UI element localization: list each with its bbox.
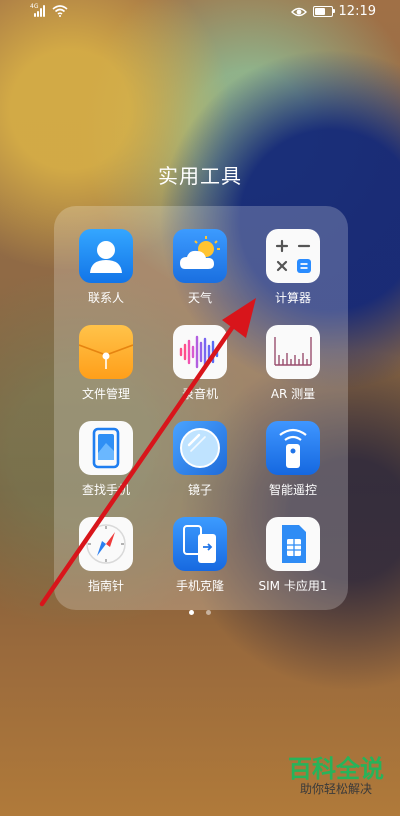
app-smart-remote[interactable]: 智能遥控 (246, 421, 340, 498)
app-compass[interactable]: 指南针 (59, 517, 153, 594)
app-label: 天气 (187, 291, 212, 305)
watermark-subtitle: 助你轻松解决 (299, 782, 372, 796)
mirror-icon (173, 421, 227, 475)
network-type-label: 4G (30, 3, 39, 10)
app-label: 文件管理 (81, 387, 130, 401)
app-label: 查找手机 (81, 483, 130, 497)
folder-title[interactable]: 实用工具 (0, 160, 400, 189)
page-dot (205, 610, 211, 615)
app-sim-toolkit[interactable]: SIM 卡应用1 (246, 517, 340, 594)
battery-icon (312, 6, 335, 17)
signal-icon: 4G (30, 3, 46, 17)
status-time: 12:19 (338, 4, 376, 19)
file-manager-icon (79, 325, 133, 379)
app-mirror[interactable]: 镜子 (153, 421, 247, 498)
app-ar-measure[interactable]: AR 测量 (246, 325, 340, 402)
page-indicator (0, 600, 400, 615)
status-bar: 4G 12:19 (0, 0, 400, 26)
app-file-manager[interactable]: 文件管理 (59, 325, 153, 402)
app-label: 联系人 (87, 291, 124, 305)
app-label: 手机克隆 (175, 579, 224, 593)
recorder-icon (173, 325, 227, 379)
watermark-title: 百科全说 (288, 755, 384, 783)
app-label: 录音机 (181, 387, 218, 401)
app-label: 指南针 (87, 579, 124, 593)
find-phone-icon (79, 421, 133, 475)
app-contacts[interactable]: 联系人 (59, 229, 153, 306)
ar-measure-icon (266, 325, 320, 379)
app-recorder[interactable]: 录音机 (153, 325, 247, 402)
app-label: 智能遥控 (268, 483, 317, 497)
watermark-logo: 百科全说 助你轻松解决 (280, 756, 392, 808)
eye-comfort-icon (290, 7, 307, 16)
app-weather[interactable]: 天气 (153, 229, 247, 306)
calculator-icon (266, 229, 320, 283)
app-label: SIM 卡应用1 (258, 579, 328, 593)
compass-icon (79, 517, 133, 571)
page-dot-active (189, 610, 195, 615)
weather-icon (173, 229, 227, 283)
app-calculator[interactable]: 计算器 (246, 229, 340, 306)
app-label: AR 测量 (270, 387, 316, 401)
app-label: 镜子 (187, 483, 212, 497)
app-label: 计算器 (274, 291, 311, 305)
smart-remote-icon (266, 421, 320, 475)
app-find-phone[interactable]: 查找手机 (59, 421, 153, 498)
sim-app-icon (266, 517, 320, 571)
phone-clone-icon (173, 517, 227, 571)
wifi-icon (52, 5, 68, 17)
contacts-icon (79, 229, 133, 283)
app-phone-clone[interactable]: 手机克隆 (153, 517, 247, 594)
